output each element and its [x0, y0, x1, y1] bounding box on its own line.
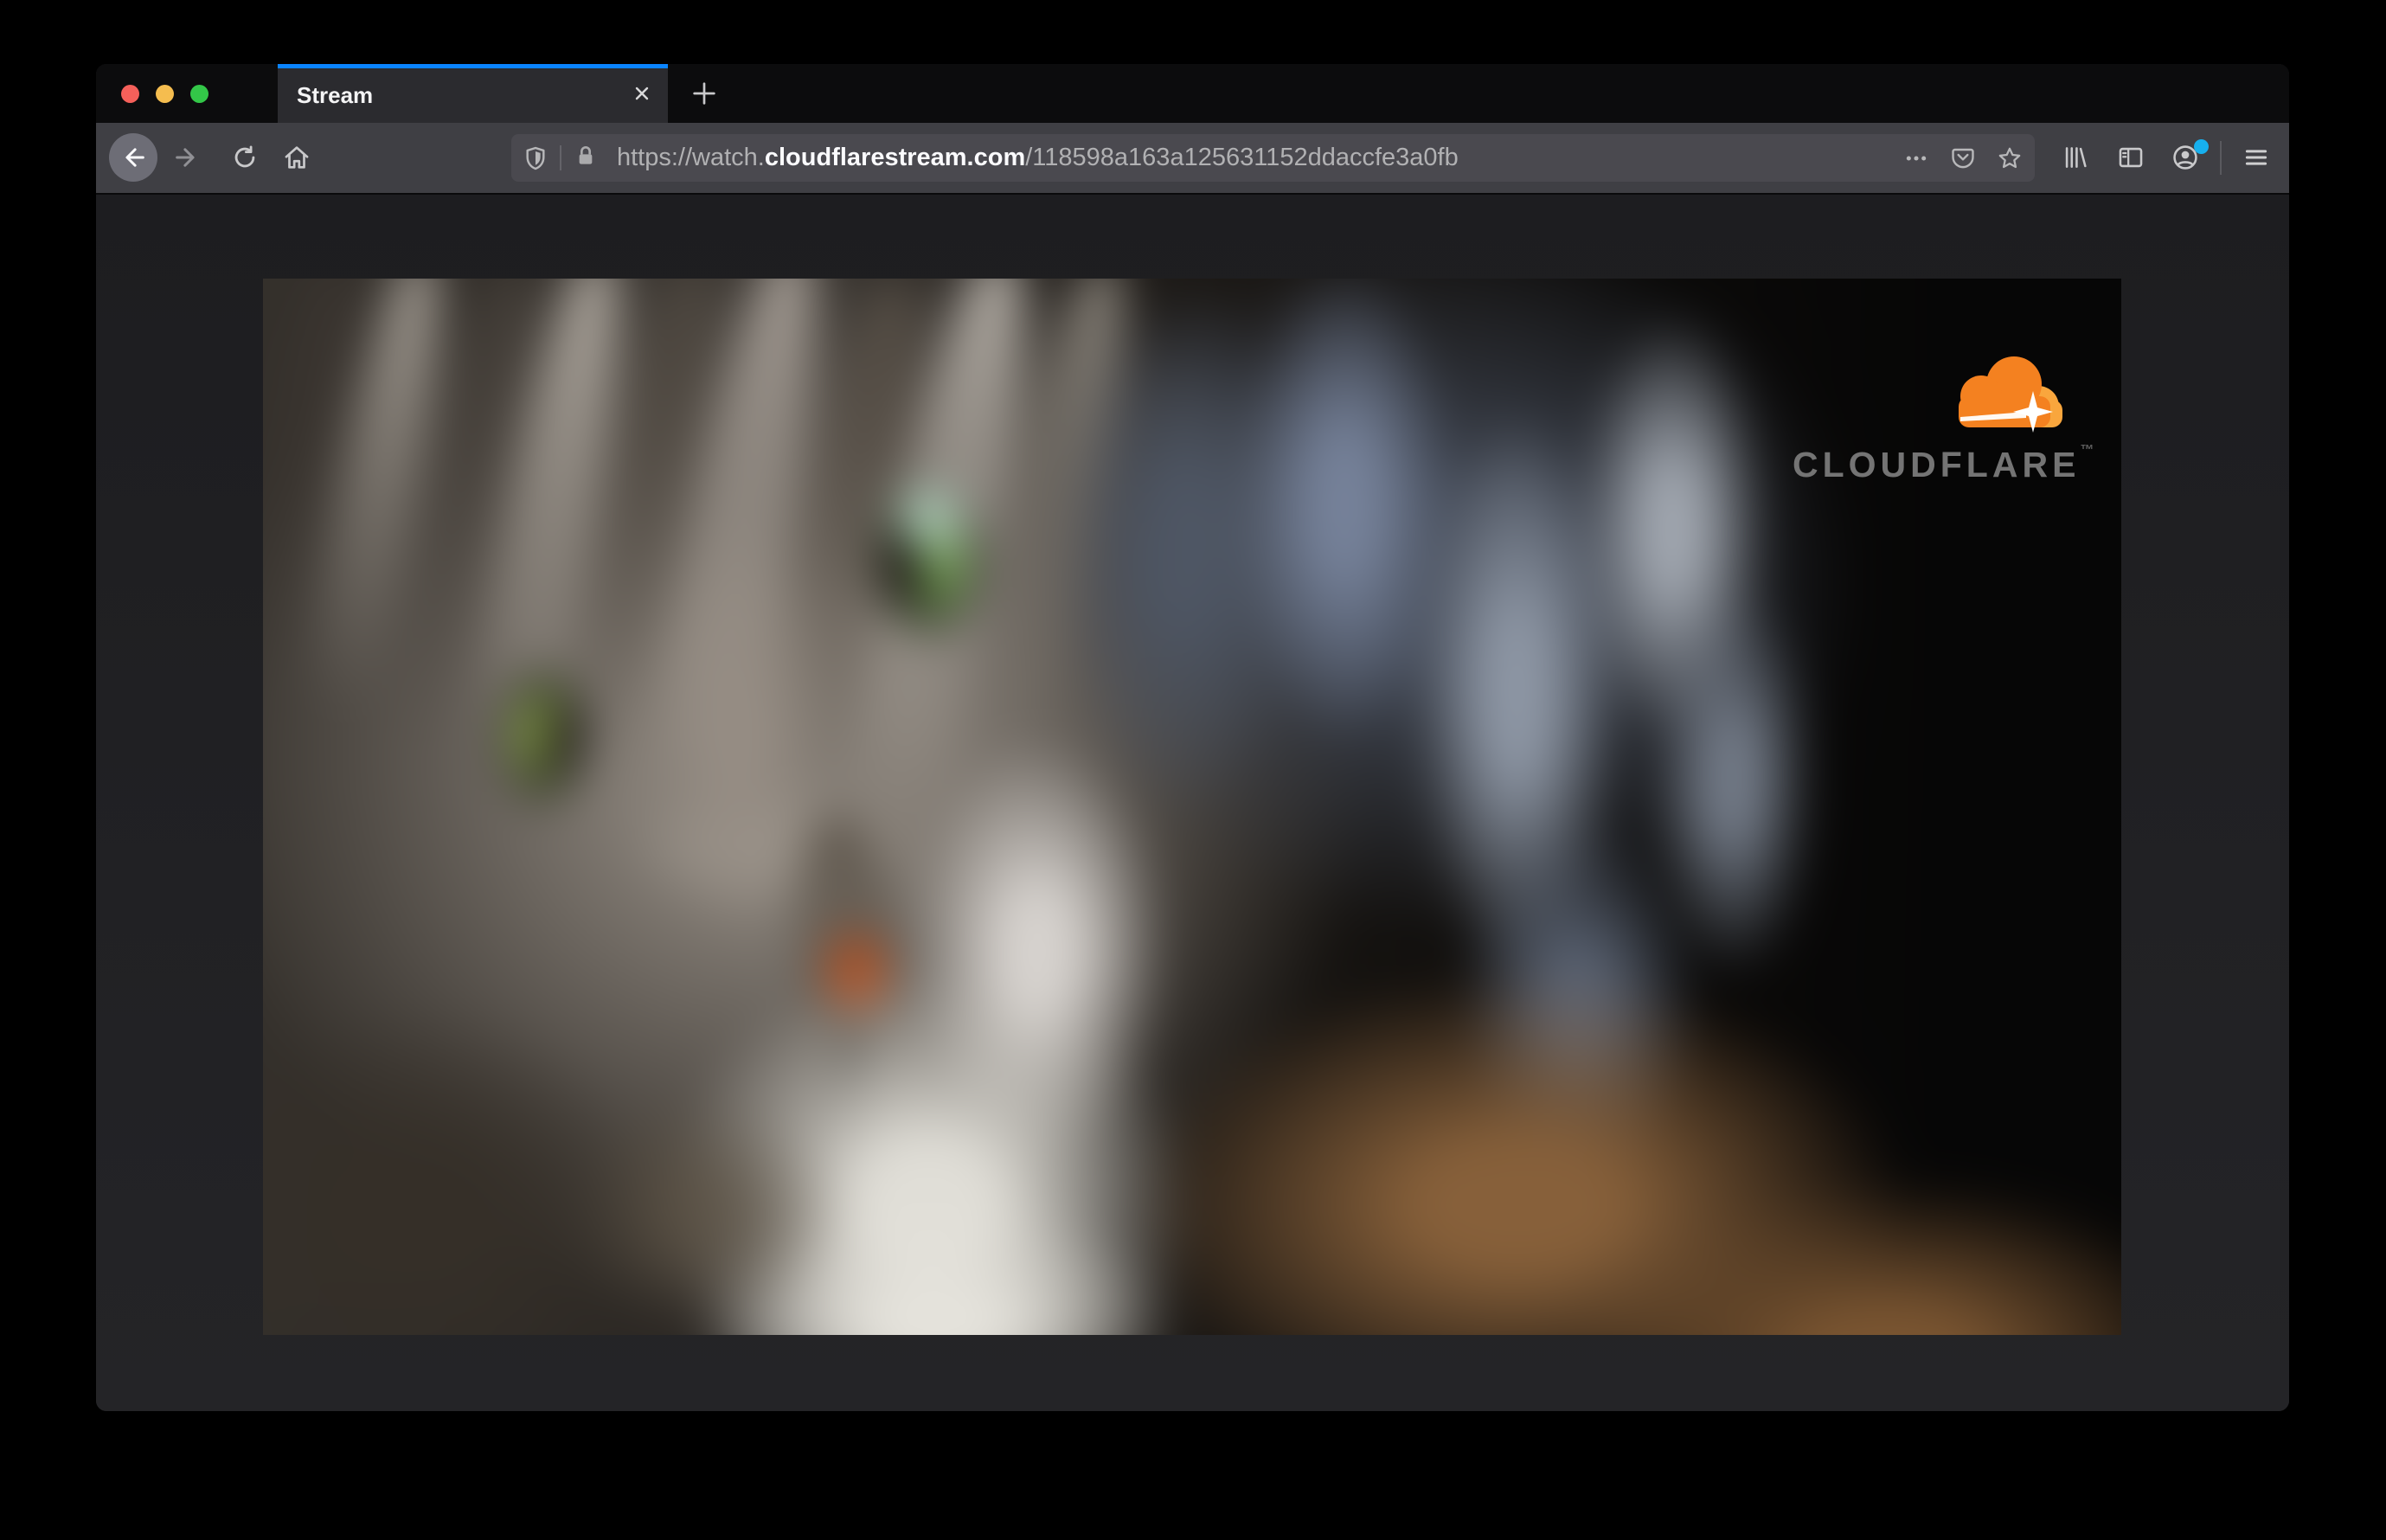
library-icon — [2065, 147, 2087, 168]
account-notification-dot — [2194, 139, 2209, 154]
reload-icon — [234, 145, 255, 168]
hamburger-icon — [2245, 150, 2267, 165]
close-window-button[interactable] — [121, 85, 139, 103]
video-player[interactable]: CLOUDFLARE™ — [263, 279, 2121, 1335]
zoom-window-button[interactable] — [190, 85, 208, 103]
back-button[interactable] — [109, 133, 157, 182]
bookmark-button[interactable] — [1994, 143, 2025, 174]
url-scheme-host: https://watch. — [617, 144, 765, 171]
new-tab-button[interactable] — [679, 71, 729, 116]
toolbar-divider — [2220, 141, 2222, 175]
browser-window: Stream https://watch.cloudflarestream.co… — [96, 64, 2289, 1411]
shield-icon — [526, 146, 545, 170]
menu-button[interactable] — [2232, 133, 2280, 182]
navigation-toolbar: https://watch.cloudflarestream.com/11859… — [96, 123, 2289, 195]
back-arrow-icon — [125, 148, 144, 167]
close-tab-button[interactable] — [628, 80, 656, 107]
close-icon — [635, 87, 649, 100]
ellipsis-icon — [1906, 156, 1927, 161]
forward-arrow-icon — [176, 148, 195, 167]
tab-title: Stream — [297, 82, 374, 108]
url-text[interactable]: https://watch.cloudflarestream.com/11859… — [617, 134, 1459, 182]
url-domain: cloudflarestream.com — [764, 144, 1026, 171]
pocket-button[interactable] — [1947, 143, 1979, 174]
trademark-symbol: ™ — [2080, 443, 2094, 458]
url-bar[interactable]: https://watch.cloudflarestream.com/11859… — [511, 134, 2035, 182]
cloudflare-logo-text: CLOUDFLARE™ — [1793, 443, 2094, 484]
forward-button[interactable] — [163, 133, 211, 182]
library-button[interactable] — [2051, 133, 2100, 182]
account-button[interactable] — [2161, 133, 2210, 182]
cloudflare-cloud-icon — [1929, 339, 2069, 443]
page-actions-button[interactable] — [1901, 143, 1932, 174]
url-path: /118598a163a125631152ddaccfe3a0fb — [1025, 144, 1459, 171]
tab-bar: Stream — [96, 64, 2289, 123]
star-icon — [1998, 147, 2021, 169]
cloudflare-logo: CLOUDFLARE™ — [1793, 339, 2094, 485]
tracking-protection-button[interactable] — [520, 143, 551, 174]
reload-button[interactable] — [221, 133, 269, 182]
home-icon — [285, 146, 309, 169]
sidebar-icon — [2119, 147, 2143, 168]
lock-icon[interactable] — [572, 143, 603, 174]
pocket-icon — [1952, 148, 1974, 169]
page-content: CLOUDFLARE™ — [96, 195, 2289, 1411]
window-controls — [121, 85, 208, 103]
minimize-window-button[interactable] — [156, 85, 174, 103]
home-button[interactable] — [273, 133, 321, 182]
plus-icon — [693, 82, 715, 105]
desktop-background: Stream https://watch.cloudflarestream.co… — [0, 0, 2386, 1540]
sidebar-button[interactable] — [2107, 133, 2155, 182]
urlbar-divider — [560, 145, 561, 170]
tab-stream[interactable]: Stream — [278, 64, 668, 123]
